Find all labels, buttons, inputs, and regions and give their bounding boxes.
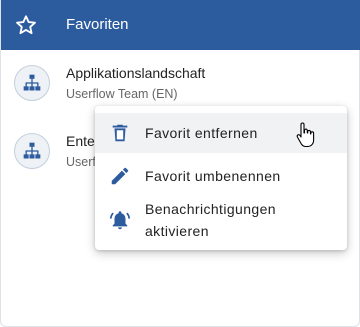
favorite-subtitle: Userf <box>66 155 96 169</box>
enable-notifications-menu-item[interactable]: Benachrichtigungen aktivieren <box>95 198 347 246</box>
rename-favorite-menu-item[interactable]: Favorit umbenennen <box>95 156 347 196</box>
enable-notifications-label-line2: aktivieren <box>145 223 209 239</box>
remove-favorite-label: Favorit entfernen <box>145 125 258 141</box>
favorites-title: Favoriten <box>66 16 129 33</box>
pencil-icon <box>111 167 129 185</box>
favorite-subtitle: Userflow Team (EN) <box>66 87 178 101</box>
favorite-name: Applikationslandschaft <box>66 65 206 81</box>
bell-ring-icon <box>110 211 130 230</box>
favorites-header: Favoriten <box>1 0 360 50</box>
star-outline-icon[interactable] <box>15 14 37 36</box>
sitemap-icon <box>14 133 50 169</box>
sitemap-icon <box>14 65 50 101</box>
favorite-name: Ente <box>66 133 95 149</box>
rename-favorite-label: Favorit umbenennen <box>145 168 281 184</box>
enable-notifications-label-line1: Benachrichtigungen <box>145 201 276 217</box>
trash-icon <box>112 124 128 142</box>
hand-pointer-cursor-icon <box>296 122 315 148</box>
favorites-panel: Favoriten Applikationslandschaft Userflo… <box>0 0 360 327</box>
